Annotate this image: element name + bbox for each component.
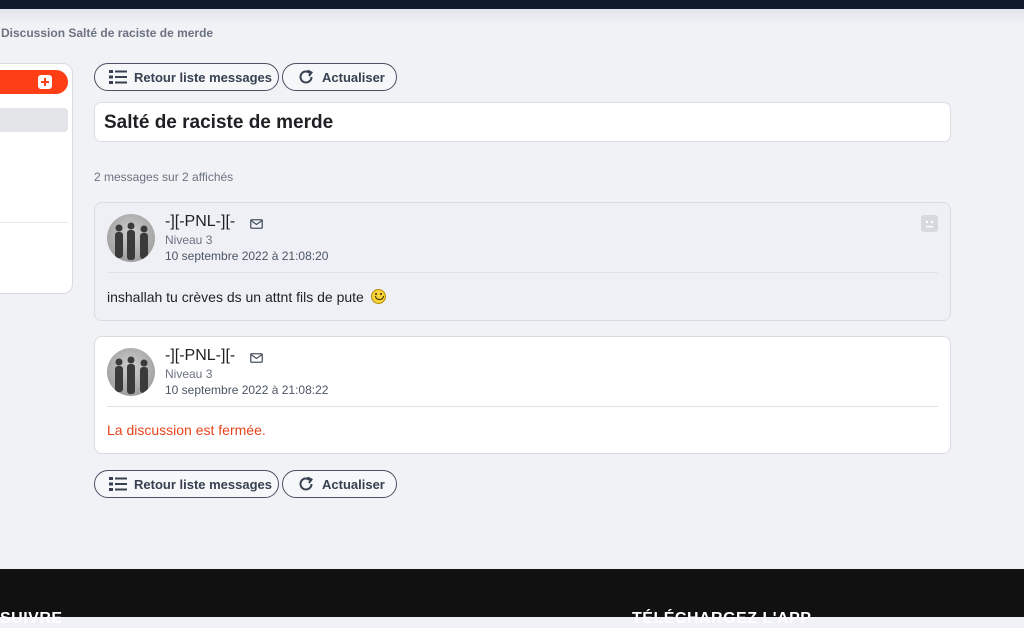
message-text-content: inshallah tu crèves ds un attnt fils de … [107,289,364,305]
avatar-silhouettes-icon [115,356,148,394]
footer-follow-heading: SUIVRE [0,610,63,627]
avatar-silhouettes-icon [115,222,148,260]
back-to-list-button-bottom[interactable]: Retour liste messages [94,470,279,498]
top-navbar [0,0,1024,9]
back-to-list-label: Retour liste messages [134,69,273,85]
topic-title: Salté de raciste de merde [104,112,334,133]
avatar[interactable] [107,348,155,396]
message-card: -][-PNL-][- Niveau 3 10 septembre 2022 à… [94,336,951,454]
avatar[interactable] [107,214,155,262]
sidebar-item-selected[interactable] [0,108,68,132]
breadcrumb: Discussion Salté de raciste de merde [1,26,214,40]
list-icon [109,70,127,84]
refresh-button-top[interactable]: Actualiser [282,63,397,91]
author-name[interactable]: -][-PNL-][- [165,213,235,231]
footer: SUIVRE TÉLÉCHARGEZ L'APP [0,569,1024,627]
back-to-list-label: Retour liste messages [134,476,273,492]
refresh-label: Actualiser [322,69,385,85]
navbar-shadow [0,9,1024,25]
mail-icon[interactable] [250,353,263,363]
message-separator [107,406,938,407]
footer-app-heading: TÉLÉCHARGEZ L'APP [632,610,812,627]
message-card: -][-PNL-][- Niveau 3 10 septembre 2022 à… [94,202,951,321]
closed-notice: La discussion est fermée. [107,422,266,438]
sidebar-divider [0,222,68,223]
refresh-icon [299,69,313,84]
report-icon[interactable] [921,215,938,232]
message-date[interactable]: 10 septembre 2022 à 21:08:22 [165,383,328,397]
author-name[interactable]: -][-PNL-][- [165,347,235,365]
sidebar [0,63,73,294]
new-topic-button[interactable] [0,70,68,94]
back-to-list-button-top[interactable]: Retour liste messages [94,63,279,91]
smiley-icon [370,289,386,304]
message-date[interactable]: 10 septembre 2022 à 21:08:20 [165,249,328,263]
list-icon [109,477,127,491]
author-level: Niveau 3 [165,233,213,247]
refresh-icon [299,476,313,491]
refresh-label: Actualiser [322,476,385,492]
refresh-button-bottom[interactable]: Actualiser [282,470,397,498]
author-level: Niveau 3 [165,367,213,381]
message-separator [107,272,938,273]
mail-icon[interactable] [250,219,263,229]
topic-title-box: Salté de raciste de merde [94,102,951,142]
plus-icon [38,75,52,89]
message-text: inshallah tu crèves ds un attnt fils de … [107,289,386,305]
message-count: 2 messages sur 2 affichés [94,170,234,184]
